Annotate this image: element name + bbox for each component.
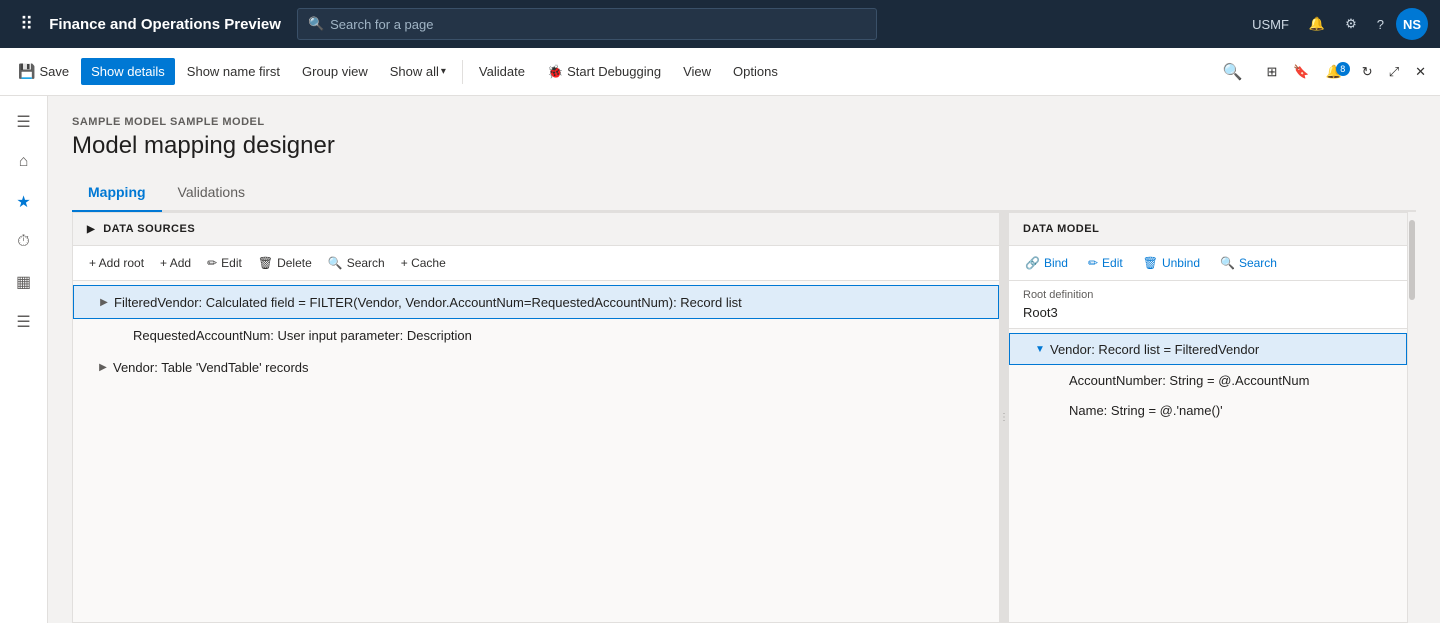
app-title: Finance and Operations Preview — [49, 16, 281, 33]
add-button[interactable]: + Add — [152, 252, 199, 274]
data-sources-toolbar: + Add root + Add ✏ Edit 🗑 Delete 🔍 — [73, 246, 999, 281]
command-bar: 💾 Save Show details Show name first Grou… — [0, 48, 1440, 96]
notification-badge[interactable]: 🔔8 — [1320, 60, 1352, 84]
refresh-icon[interactable]: ↻ — [1356, 60, 1379, 84]
edit-icon: ✏ — [207, 256, 217, 270]
show-all-button[interactable]: Show all ▾ — [380, 58, 456, 85]
content-area: SAMPLE MODEL SAMPLE MODEL Model mapping … — [48, 96, 1440, 623]
search-icon: 🔍 — [328, 256, 343, 270]
user-label: USMF — [1244, 13, 1297, 36]
sidebar-item-workspaces[interactable]: ▦ — [6, 264, 42, 300]
save-button[interactable]: 💾 Save — [8, 57, 79, 86]
sidebar-item-hamburger[interactable]: ☰ — [6, 104, 42, 140]
delete-button[interactable]: 🗑 Delete — [250, 252, 320, 274]
dm-search-button[interactable]: 🔍 Search — [1212, 252, 1285, 274]
search-icon: 🔍 — [1220, 256, 1235, 270]
cache-button[interactable]: + Cache — [393, 252, 454, 274]
panel-resizer[interactable]: ⋮ — [1000, 212, 1008, 623]
options-button[interactable]: Options — [723, 58, 788, 85]
edit-button[interactable]: ✏ Edit — [199, 252, 250, 274]
search-button[interactable]: 🔍 Search — [320, 252, 393, 274]
start-debugging-button[interactable]: 🐞 Start Debugging — [537, 58, 671, 86]
bookmark-icon[interactable]: 🔖 — [1287, 60, 1315, 84]
side-nav: ☰ ⌂ ★ ⏱ ▦ ☰ — [0, 96, 48, 623]
data-model-tree: ▼ Vendor: Record list = FilteredVendor ▶… — [1009, 329, 1407, 622]
dm-tree-item[interactable]: ▶ AccountNumber: String = @.AccountNum — [1009, 365, 1407, 395]
collapse-icon[interactable]: ▶ — [87, 224, 95, 235]
view-button[interactable]: View — [673, 58, 721, 85]
help-icon[interactable]: ? — [1369, 13, 1392, 36]
save-icon: 💾 — [18, 63, 35, 80]
separator — [462, 60, 463, 84]
bell-icon[interactable]: 🔔 — [1301, 12, 1333, 36]
bind-button[interactable]: 🔗 Bind — [1017, 252, 1076, 274]
settings-icon[interactable]: ⚙ — [1337, 12, 1365, 36]
tree-toggle-icon[interactable]: ▶ — [94, 292, 114, 312]
tree-toggle-icon[interactable]: ▶ — [93, 357, 113, 377]
top-nav: ⠿ Finance and Operations Preview 🔍 Searc… — [0, 0, 1440, 48]
cmd-search-icon[interactable]: 🔍 — [1215, 58, 1251, 86]
tree-item[interactable]: ▶ FilteredVendor: Calculated field = FIL… — [73, 285, 999, 319]
dm-tree-item[interactable]: ▶ Name: String = @.'name()' — [1009, 395, 1407, 425]
edit-icon: ✏ — [1088, 256, 1098, 270]
right-scrollbar[interactable] — [1408, 212, 1416, 623]
data-sources-panel: ▶ DATA SOURCES + Add root + Add ✏ Edit — [72, 212, 1000, 623]
tree-item[interactable]: ▶ RequestedAccountNum: User input parame… — [73, 319, 999, 351]
grid-icon[interactable]: ⠿ — [12, 10, 41, 39]
tree-item[interactable]: ▶ Vendor: Table 'VendTable' records — [73, 351, 999, 383]
sidebar-item-favorites[interactable]: ★ — [6, 184, 42, 220]
data-sources-header: ▶ DATA SOURCES — [73, 213, 999, 246]
root-definition-section: Root definition Root3 — [1009, 281, 1407, 329]
data-model-panel: DATA MODEL 🔗 Bind ✏ Edit 🗑 Unbind — [1008, 212, 1408, 623]
data-model-header: DATA MODEL — [1009, 213, 1407, 246]
popout-icon[interactable]: ⤢ — [1383, 60, 1405, 84]
top-nav-right: USMF 🔔 ⚙ ? NS — [1244, 8, 1428, 40]
panels-row: ▶ DATA SOURCES + Add root + Add ✏ Edit — [72, 212, 1416, 623]
avatar[interactable]: NS — [1396, 8, 1428, 40]
unbind-button[interactable]: 🗑 Unbind — [1135, 252, 1208, 274]
page-title: Model mapping designer — [72, 132, 1416, 160]
validate-button[interactable]: Validate — [469, 58, 535, 85]
sidebar-item-home[interactable]: ⌂ — [6, 144, 42, 180]
main-layout: ☰ ⌂ ★ ⏱ ▦ ☰ SAMPLE MODEL SAMPLE MODEL Mo… — [0, 96, 1440, 623]
grid-view-icon[interactable]: ⊞ — [1261, 60, 1284, 84]
global-search[interactable]: 🔍 Search for a page — [297, 8, 877, 40]
dm-tree-item[interactable]: ▼ Vendor: Record list = FilteredVendor — [1009, 333, 1407, 365]
show-name-button[interactable]: Show name first — [177, 58, 290, 85]
show-details-button[interactable]: Show details — [81, 58, 175, 85]
tree-toggle-icon[interactable]: ▼ — [1030, 339, 1050, 359]
group-view-button[interactable]: Group view — [292, 58, 378, 85]
link-icon: 🔗 — [1025, 256, 1040, 270]
tab-validations[interactable]: Validations — [162, 176, 261, 212]
breadcrumb: SAMPLE MODEL SAMPLE MODEL — [72, 116, 1416, 128]
add-root-button[interactable]: + Add root — [81, 252, 152, 274]
dm-edit-button[interactable]: ✏ Edit — [1080, 252, 1131, 274]
close-icon[interactable]: ✕ — [1409, 60, 1432, 84]
search-icon: 🔍 — [308, 16, 324, 32]
search-placeholder: Search for a page — [330, 17, 433, 32]
delete-icon: 🗑 — [258, 256, 273, 270]
unbind-icon: 🗑 — [1143, 256, 1158, 270]
tabs-row: Mapping Validations — [72, 176, 1416, 212]
data-sources-tree: ▶ FilteredVendor: Calculated field = FIL… — [73, 281, 999, 622]
sidebar-item-modules[interactable]: ☰ — [6, 304, 42, 340]
tab-mapping[interactable]: Mapping — [72, 176, 162, 212]
sidebar-item-recent[interactable]: ⏱ — [6, 224, 42, 260]
chevron-down-icon: ▾ — [441, 66, 446, 77]
bug-icon: 🐞 — [547, 64, 563, 80]
data-model-toolbar: 🔗 Bind ✏ Edit 🗑 Unbind 🔍 Search — [1009, 246, 1407, 281]
